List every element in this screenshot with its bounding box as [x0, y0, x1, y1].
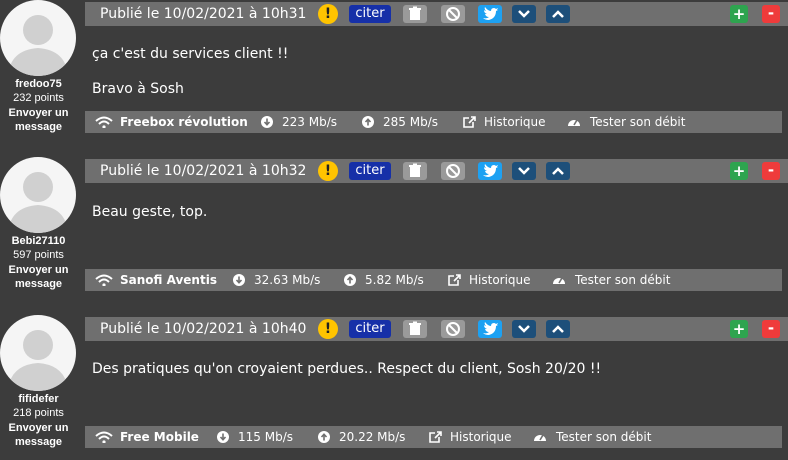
speedometer-icon	[568, 119, 580, 126]
history-link[interactable]: Historique	[450, 426, 512, 448]
upload-speed: 5.82 Mb/s	[365, 273, 424, 287]
download-icon	[233, 274, 245, 286]
post-date: Publié le 10/02/2021 à 10h40	[100, 321, 307, 337]
twitter-share-icon[interactable]	[478, 5, 502, 23]
download-icon	[261, 116, 273, 128]
history-link[interactable]: Historique	[484, 111, 546, 133]
post-header: Publié le 10/02/2021 à 10h31 ! citer + -	[85, 2, 788, 26]
upload-icon	[318, 431, 330, 443]
vote-up-button[interactable]: +	[730, 162, 748, 180]
upload-icon	[362, 116, 374, 128]
post: fifidefer 218 points Envoyer un message …	[0, 315, 788, 460]
download-speed: 115 Mb/s	[238, 430, 293, 444]
default-user-icon	[8, 172, 68, 233]
chevron-down-icon[interactable]	[512, 5, 536, 23]
test-speed-link[interactable]: Tester son débit	[556, 426, 651, 448]
author-points: 232 points	[13, 92, 64, 104]
speedometer-icon	[534, 434, 546, 441]
post-header: Publié le 10/02/2021 à 10h40 ! citer + -	[85, 317, 788, 341]
report-warning-icon[interactable]: !	[318, 161, 338, 181]
author-name[interactable]: fifidefer	[0, 393, 77, 406]
external-link-icon	[463, 116, 476, 128]
report-warning-icon[interactable]: !	[318, 319, 338, 339]
send-message-link[interactable]: Envoyer un message	[0, 106, 77, 134]
provider-name: Freebox révolution	[120, 115, 248, 129]
connection-bar: Freebox révolution 223 Mb/s 285 Mb/s His…	[85, 111, 782, 133]
vote-up-button[interactable]: +	[730, 5, 748, 23]
external-link-icon	[429, 431, 442, 443]
post-body-line: Beau geste, top.	[92, 204, 208, 220]
chevron-up-icon[interactable]	[546, 162, 570, 180]
delete-trash-icon[interactable]	[403, 162, 427, 180]
upload-icon	[344, 274, 356, 286]
history-link[interactable]: Historique	[469, 269, 531, 291]
download-speed: 32.63 Mb/s	[254, 273, 321, 287]
upload-speed: 20.22 Mb/s	[339, 430, 406, 444]
external-link-icon	[448, 274, 461, 286]
block-icon[interactable]	[441, 5, 465, 23]
avatar[interactable]	[0, 157, 76, 233]
chevron-down-icon[interactable]	[512, 162, 536, 180]
post-body-line: ça c'est du services client !!	[92, 46, 289, 62]
provider-name: Sanofi Aventis	[120, 273, 217, 287]
post-header: Publié le 10/02/2021 à 10h32 ! citer + -	[85, 159, 788, 183]
quote-button[interactable]: citer	[349, 162, 391, 180]
chevron-up-icon[interactable]	[546, 5, 570, 23]
delete-trash-icon[interactable]	[403, 320, 427, 338]
speedometer-icon	[553, 277, 565, 284]
post: Bebi27110 597 points Envoyer un message …	[0, 157, 788, 307]
quote-button[interactable]: citer	[349, 5, 391, 23]
post: fredoo75 232 points Envoyer un message P…	[0, 0, 788, 150]
download-speed: 223 Mb/s	[282, 115, 337, 129]
test-speed-link[interactable]: Tester son débit	[575, 269, 670, 291]
chevron-down-icon[interactable]	[512, 320, 536, 338]
block-icon[interactable]	[441, 162, 465, 180]
vote-down-button[interactable]: -	[762, 162, 780, 180]
post-body-line: Des pratiques qu'on croyaient perdues.. …	[92, 361, 602, 377]
avatar[interactable]	[0, 0, 76, 76]
twitter-share-icon[interactable]	[478, 162, 502, 180]
vote-down-button[interactable]: -	[762, 5, 780, 23]
quote-button[interactable]: citer	[349, 320, 391, 338]
chevron-up-icon[interactable]	[546, 320, 570, 338]
post-body-line: Bravo à Sosh	[92, 81, 184, 97]
report-warning-icon[interactable]: !	[318, 4, 338, 24]
wifi-icon	[95, 431, 113, 443]
vote-down-button[interactable]: -	[762, 320, 780, 338]
vote-up-button[interactable]: +	[730, 320, 748, 338]
default-user-icon	[8, 15, 68, 76]
block-icon[interactable]	[441, 320, 465, 338]
upload-speed: 285 Mb/s	[383, 115, 438, 129]
author-points: 597 points	[13, 249, 64, 261]
avatar[interactable]	[0, 315, 76, 391]
send-message-link[interactable]: Envoyer un message	[0, 421, 77, 449]
author-name[interactable]: Bebi27110	[0, 235, 77, 248]
author-name[interactable]: fredoo75	[0, 78, 77, 91]
delete-trash-icon[interactable]	[403, 5, 427, 23]
post-date: Publié le 10/02/2021 à 10h32	[100, 163, 307, 179]
test-speed-link[interactable]: Tester son débit	[590, 111, 685, 133]
wifi-icon	[95, 116, 113, 128]
connection-bar: Free Mobile 115 Mb/s 20.22 Mb/s Historiq…	[85, 426, 782, 448]
send-message-link[interactable]: Envoyer un message	[0, 263, 77, 291]
connection-bar: Sanofi Aventis 32.63 Mb/s 5.82 Mb/s Hist…	[85, 269, 782, 291]
default-user-icon	[8, 330, 68, 391]
twitter-share-icon[interactable]	[478, 320, 502, 338]
post-date: Publié le 10/02/2021 à 10h31	[100, 6, 307, 22]
wifi-icon	[95, 274, 113, 286]
provider-name: Free Mobile	[120, 430, 199, 444]
download-icon	[217, 431, 229, 443]
author-points: 218 points	[13, 407, 64, 419]
